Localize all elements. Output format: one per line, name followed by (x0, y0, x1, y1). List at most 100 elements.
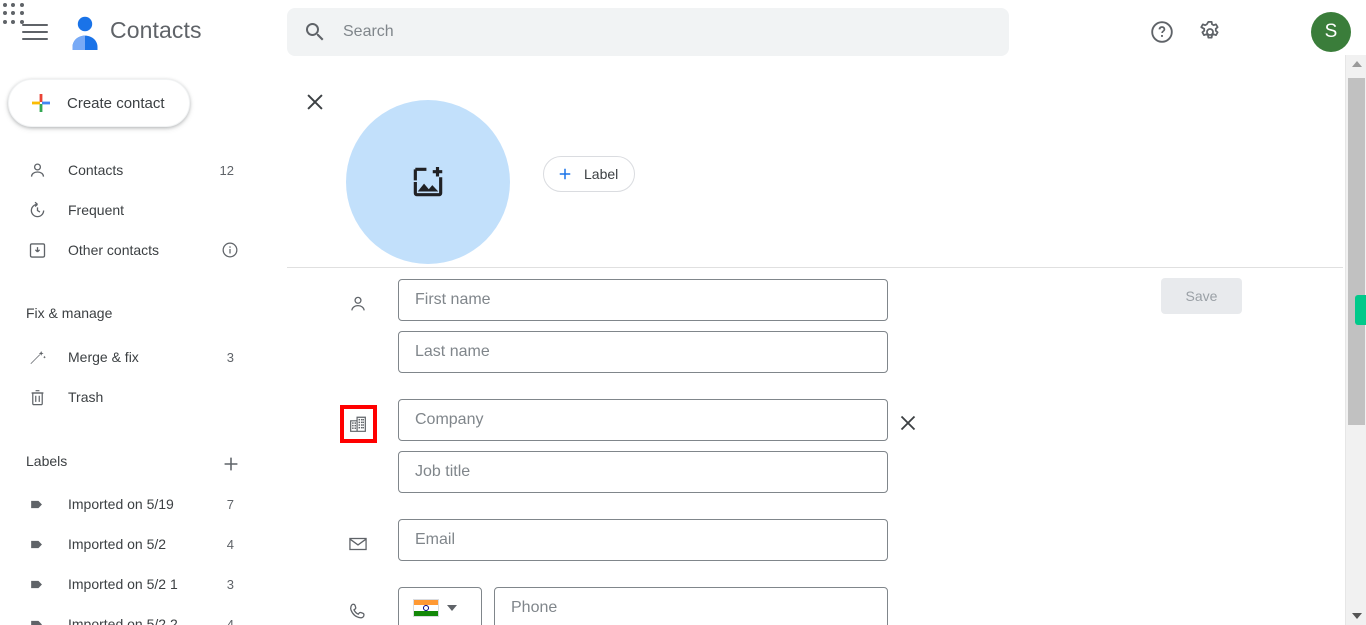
avatar[interactable]: S (1311, 12, 1351, 52)
person-outline-icon (346, 292, 370, 316)
remove-company-field-icon[interactable] (895, 410, 921, 436)
form-row-job-title (287, 451, 1345, 503)
ashoka-chakra-icon (423, 604, 429, 611)
add-photo-icon (413, 166, 443, 197)
sidebar-item-label: Frequent (68, 202, 125, 218)
sidebar-item-count: 3 (226, 576, 234, 592)
contact-edit-panel: Label Save (287, 64, 1345, 625)
person-outline-icon (26, 159, 48, 181)
phone-country-selector[interactable] (398, 587, 482, 625)
contacts-logo-icon (72, 16, 98, 50)
contact-form (287, 279, 1345, 625)
sidebar-item-label: Other contacts (68, 242, 160, 258)
sidebar-item-label-0[interactable]: Imported on 5/19 7 (0, 484, 262, 524)
hamburger-line (22, 38, 48, 40)
magic-wand-icon (26, 346, 48, 368)
contact-photo-upload[interactable] (346, 100, 510, 264)
sidebar-item-label: Imported on 5/2 1 (68, 576, 178, 592)
sidebar-item-count: 12 (219, 162, 234, 178)
sidebar-item-label: Contacts (68, 162, 124, 178)
sidebar-item-merge-and-fix[interactable]: Merge & fix 3 (0, 337, 262, 377)
settings-icon[interactable] (1196, 18, 1224, 46)
add-label-button[interactable]: Label (543, 156, 636, 192)
company-input[interactable] (398, 399, 888, 441)
apps-dot (3, 3, 7, 7)
label-tag-icon (26, 613, 48, 625)
sidebar-section-fix-manage: Fix & manage (26, 305, 113, 321)
add-label-text: Label (584, 166, 619, 182)
scrollbar-position-marker (1355, 295, 1366, 325)
apps-dot (3, 19, 7, 24)
info-icon[interactable] (220, 240, 240, 260)
history-clock-icon (26, 199, 48, 221)
sidebar: Create contact Contacts 12 Frequent Othe… (0, 64, 287, 625)
sidebar-item-trash[interactable]: Trash (0, 377, 262, 417)
job-title-input[interactable] (398, 451, 888, 493)
plus-icon (559, 168, 571, 180)
sidebar-item-label-1[interactable]: Imported on 5/2 4 (0, 524, 262, 564)
form-row-email (287, 519, 1345, 571)
label-tag-icon (26, 533, 48, 555)
search-icon (306, 23, 324, 41)
sidebar-item-label: Imported on 5/19 (68, 496, 174, 512)
form-row-company (287, 399, 1345, 451)
scroll-down-arrow-icon[interactable] (1346, 607, 1366, 625)
sidebar-item-frequent[interactable]: Frequent (0, 190, 262, 230)
hamburger-line (22, 24, 48, 26)
form-row-last-name (287, 331, 1345, 383)
phone-input[interactable] (494, 587, 888, 625)
form-row-first-name (287, 279, 1345, 331)
label-tag-icon (26, 493, 48, 515)
apps-dot (19, 11, 24, 16)
trash-icon (26, 386, 48, 408)
company-building-icon[interactable] (346, 412, 370, 436)
create-contact-label: Create contact (67, 94, 165, 112)
create-label-plus-icon[interactable] (220, 453, 242, 475)
flag-stripe-green (414, 610, 438, 616)
phone-icon (346, 600, 370, 624)
hamburger-menu-icon[interactable] (22, 18, 50, 46)
apps-dot (11, 19, 16, 24)
sidebar-item-label: Imported on 5/2 (68, 536, 167, 552)
sidebar-section-labels: Labels (26, 453, 68, 469)
label-tag-icon (26, 573, 48, 595)
apps-dot (3, 11, 7, 16)
scrollbar-thumb[interactable] (1348, 78, 1365, 425)
sidebar-item-count: 7 (226, 496, 234, 512)
sidebar-item-count: 4 (226, 536, 234, 552)
search-bar[interactable] (287, 8, 1009, 56)
page-title: Contacts (110, 17, 202, 43)
last-name-input[interactable] (398, 331, 888, 373)
first-name-input[interactable] (398, 279, 888, 321)
sidebar-item-label-3[interactable]: Imported on 5/2 2 4 (0, 604, 262, 625)
apps-dot (19, 3, 24, 7)
create-contact-button[interactable]: Create contact (8, 79, 190, 127)
email-input[interactable] (398, 519, 888, 561)
india-flag-icon (413, 599, 439, 617)
flag-stripe-white (414, 604, 438, 611)
form-row-phone (287, 587, 1345, 625)
scroll-up-arrow-icon[interactable] (1346, 55, 1366, 73)
contacts-app: Contacts Search S Create contact Contact… (0, 0, 1366, 625)
sidebar-item-count: 3 (226, 349, 234, 365)
page-scrollbar[interactable] (1345, 55, 1366, 625)
plus-multicolor-icon (32, 94, 50, 112)
apps-dot (11, 3, 16, 7)
sidebar-item-contacts[interactable]: Contacts 12 (0, 150, 262, 190)
sidebar-item-count: 4 (226, 616, 234, 625)
close-x-icon[interactable] (302, 89, 328, 115)
sidebar-item-label: Imported on 5/2 2 (68, 616, 178, 625)
sidebar-item-label: Trash (68, 389, 104, 405)
panel-divider (287, 267, 1343, 268)
apps-dot (11, 11, 16, 16)
hamburger-line (22, 31, 48, 33)
email-envelope-icon (346, 532, 370, 556)
search-input[interactable] (343, 10, 1009, 54)
chevron-down-icon (447, 605, 457, 611)
other-contacts-icon (26, 239, 48, 261)
sidebar-item-other-contacts[interactable]: Other contacts (0, 230, 262, 270)
top-app-bar: Contacts S (0, 0, 1366, 64)
sidebar-item-label: Merge & fix (68, 349, 139, 365)
sidebar-item-label-2[interactable]: Imported on 5/2 1 3 (0, 564, 262, 604)
help-icon[interactable] (1148, 18, 1176, 46)
